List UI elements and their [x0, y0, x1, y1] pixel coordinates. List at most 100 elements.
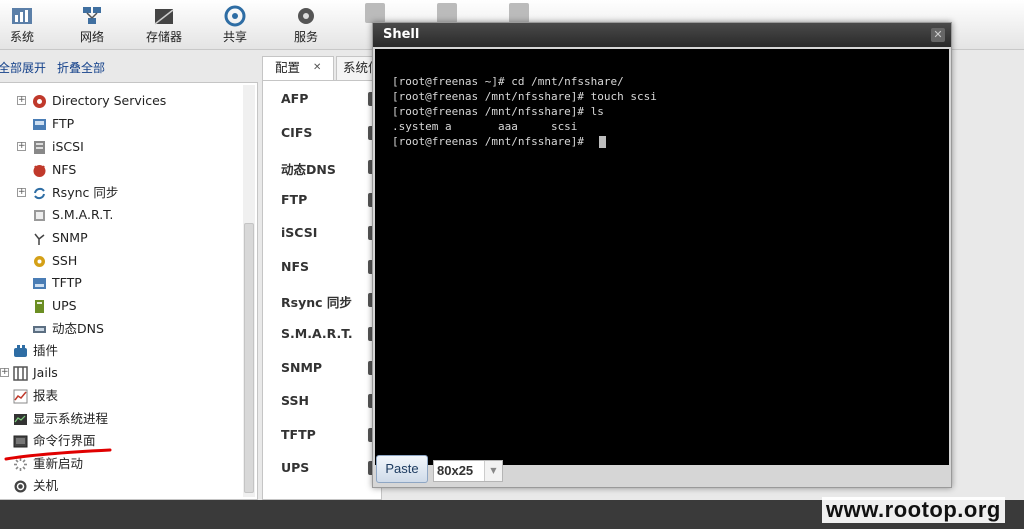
tab-label: 配置: [275, 60, 301, 75]
ups-icon: [35, 300, 44, 313]
toolbar-label: 系统: [9, 30, 34, 44]
tree-item-ssh[interactable]: SSH: [0, 250, 240, 272]
tree-item-shutdown[interactable]: 关机: [0, 475, 240, 497]
tree-item-label: 显示系统进程: [33, 411, 109, 426]
expand-icon[interactable]: +: [17, 142, 26, 151]
paste-button[interactable]: Paste: [376, 455, 428, 483]
toolbar-hidden-icon: [365, 3, 385, 23]
service-rsync: Rsync 同步: [281, 295, 352, 310]
tab-config[interactable]: 配置 ✕: [262, 56, 334, 80]
toolbar-services-button[interactable]: 服务: [276, 0, 336, 50]
toolbar-label: 共享: [222, 30, 247, 44]
smart-icon: [34, 210, 45, 221]
tree-item-label: Jails: [33, 365, 58, 380]
toolbar-sharing-button[interactable]: 共享: [205, 0, 265, 50]
toolbar-storage-button[interactable]: 存储器: [134, 0, 194, 50]
shell-title: Shell: [383, 27, 420, 42]
shutdown-icon: [14, 480, 27, 493]
terminal-line: [root@freenas /mnt/nfsshare]#: [392, 135, 591, 148]
tree-item-directory-services[interactable]: + Directory Services: [0, 90, 240, 112]
terminal-size-select[interactable]: 80x25 ▼: [433, 460, 503, 482]
tree-item-label: UPS: [52, 298, 77, 313]
tree-item-nfs[interactable]: NFS: [0, 159, 240, 181]
shell-dialog: Shell ✕ [root@freenas ~]# cd /mnt/nfssha…: [372, 22, 952, 488]
ftp-icon: [33, 119, 46, 130]
shell-title-bar[interactable]: Shell ✕: [373, 23, 951, 47]
tree-item-smart[interactable]: S.M.A.R.T.: [0, 204, 240, 226]
tree-item-jails[interactable]: + Jails: [0, 362, 240, 384]
collapse-all-link[interactable]: 折叠全部: [57, 59, 105, 76]
service-snmp: SNMP: [281, 360, 323, 375]
toolbar-label: 网络: [79, 30, 104, 44]
iscsi-icon: [34, 141, 45, 154]
sharing-icon: [224, 5, 246, 27]
close-icon[interactable]: ✕: [931, 28, 945, 42]
tree-item-tftp[interactable]: TFTP: [0, 272, 240, 294]
services-panel: 配置 ✕ 系统信 AFP CIFS 动态DNS FTP iSCSI NFS Rs…: [262, 56, 386, 500]
terminal-screen[interactable]: [root@freenas ~]# cd /mnt/nfsshare/ [roo…: [375, 49, 949, 465]
service-cifs: CIFS: [281, 125, 313, 140]
tree-item-processes[interactable]: 显示系统进程: [0, 408, 240, 430]
service-ups: UPS: [281, 460, 310, 475]
tree-item-reports[interactable]: 报表: [0, 385, 240, 407]
service-tftp: TFTP: [281, 427, 316, 442]
service-ftp: FTP: [281, 192, 308, 207]
ssh-icon: [34, 256, 45, 267]
expand-icon[interactable]: +: [17, 96, 26, 105]
tree-item-label: 报表: [33, 388, 59, 403]
toolbar-hidden-icon: [437, 3, 457, 23]
toolbar-system-button[interactable]: 系统: [0, 0, 52, 50]
snmp-icon: [34, 233, 45, 245]
network-icon: [83, 7, 101, 24]
reports-icon: [13, 389, 28, 404]
terminal-line: [root@freenas ~]# cd /mnt/nfsshare/: [392, 75, 624, 88]
tree-item-label: NFS: [52, 162, 77, 177]
system-icon: [12, 8, 32, 24]
services-list: AFP CIFS 动态DNS FTP iSCSI NFS Rsync 同步 S.…: [262, 80, 382, 500]
watermark: www.rootop.org: [822, 497, 1005, 523]
tree-scrollbar[interactable]: [243, 85, 255, 497]
service-ssh: SSH: [281, 393, 309, 408]
toolbar-label: 服务: [293, 30, 318, 44]
tree-item-label: TFTP: [52, 275, 82, 290]
processes-icon: [14, 414, 27, 425]
tree-item-label: Directory Services: [52, 93, 167, 108]
shell-footer: Paste 80x25 ▼: [373, 455, 951, 487]
dynamic-dns-icon: [33, 326, 46, 333]
service-afp: AFP: [281, 91, 309, 106]
service-dynamic-dns: 动态DNS: [281, 162, 336, 177]
tftp-icon: [33, 278, 46, 289]
jails-icon: [13, 366, 28, 381]
service-smart: S.M.A.R.T.: [281, 326, 353, 341]
terminal-size-value: 80x25: [437, 463, 474, 478]
tree-item-plugins[interactable]: 插件: [0, 340, 240, 362]
tree-item-label: iSCSI: [52, 139, 84, 154]
terminal-line: [root@freenas /mnt/nfsshare]# touch scsi: [392, 90, 657, 103]
tree-item-ups[interactable]: UPS: [0, 295, 240, 317]
tree-scrollbar-thumb[interactable]: [244, 223, 254, 493]
terminal-line: [root@freenas /mnt/nfsshare]# ls: [392, 105, 604, 118]
expand-icon[interactable]: +: [0, 368, 9, 377]
toolbar-network-button[interactable]: 网络: [62, 0, 122, 50]
red-underline-annotation: [4, 448, 112, 461]
tree-item-label: S.M.A.R.T.: [52, 207, 114, 222]
directory-services-icon: [33, 95, 46, 108]
storage-icon: [154, 9, 174, 25]
tree-item-snmp[interactable]: SNMP: [0, 227, 240, 249]
tree-header: 全部展开 折叠全部: [0, 54, 258, 80]
tree-item-dynamic-dns[interactable]: 动态DNS: [0, 318, 240, 340]
expand-all-link[interactable]: 全部展开: [0, 59, 46, 76]
tree-item-label: FTP: [52, 116, 75, 131]
terminal-cursor: [599, 136, 606, 148]
tree-item-ftp[interactable]: FTP: [0, 113, 240, 135]
terminal-line: .system a aaa scsi: [392, 120, 578, 133]
toolbar-label: 存储器: [145, 30, 182, 44]
tree-item-iscsi[interactable]: + iSCSI: [0, 136, 240, 158]
tree-item-label: 插件: [33, 343, 59, 358]
toolbar-hidden-icon: [509, 3, 529, 23]
tree-item-rsync[interactable]: + Rsync 同步: [0, 182, 240, 204]
tree-item-label: SNMP: [52, 230, 88, 245]
expand-icon[interactable]: +: [17, 188, 26, 197]
tab-close-icon[interactable]: ✕: [313, 57, 321, 79]
chevron-down-icon[interactable]: ▼: [484, 461, 502, 481]
